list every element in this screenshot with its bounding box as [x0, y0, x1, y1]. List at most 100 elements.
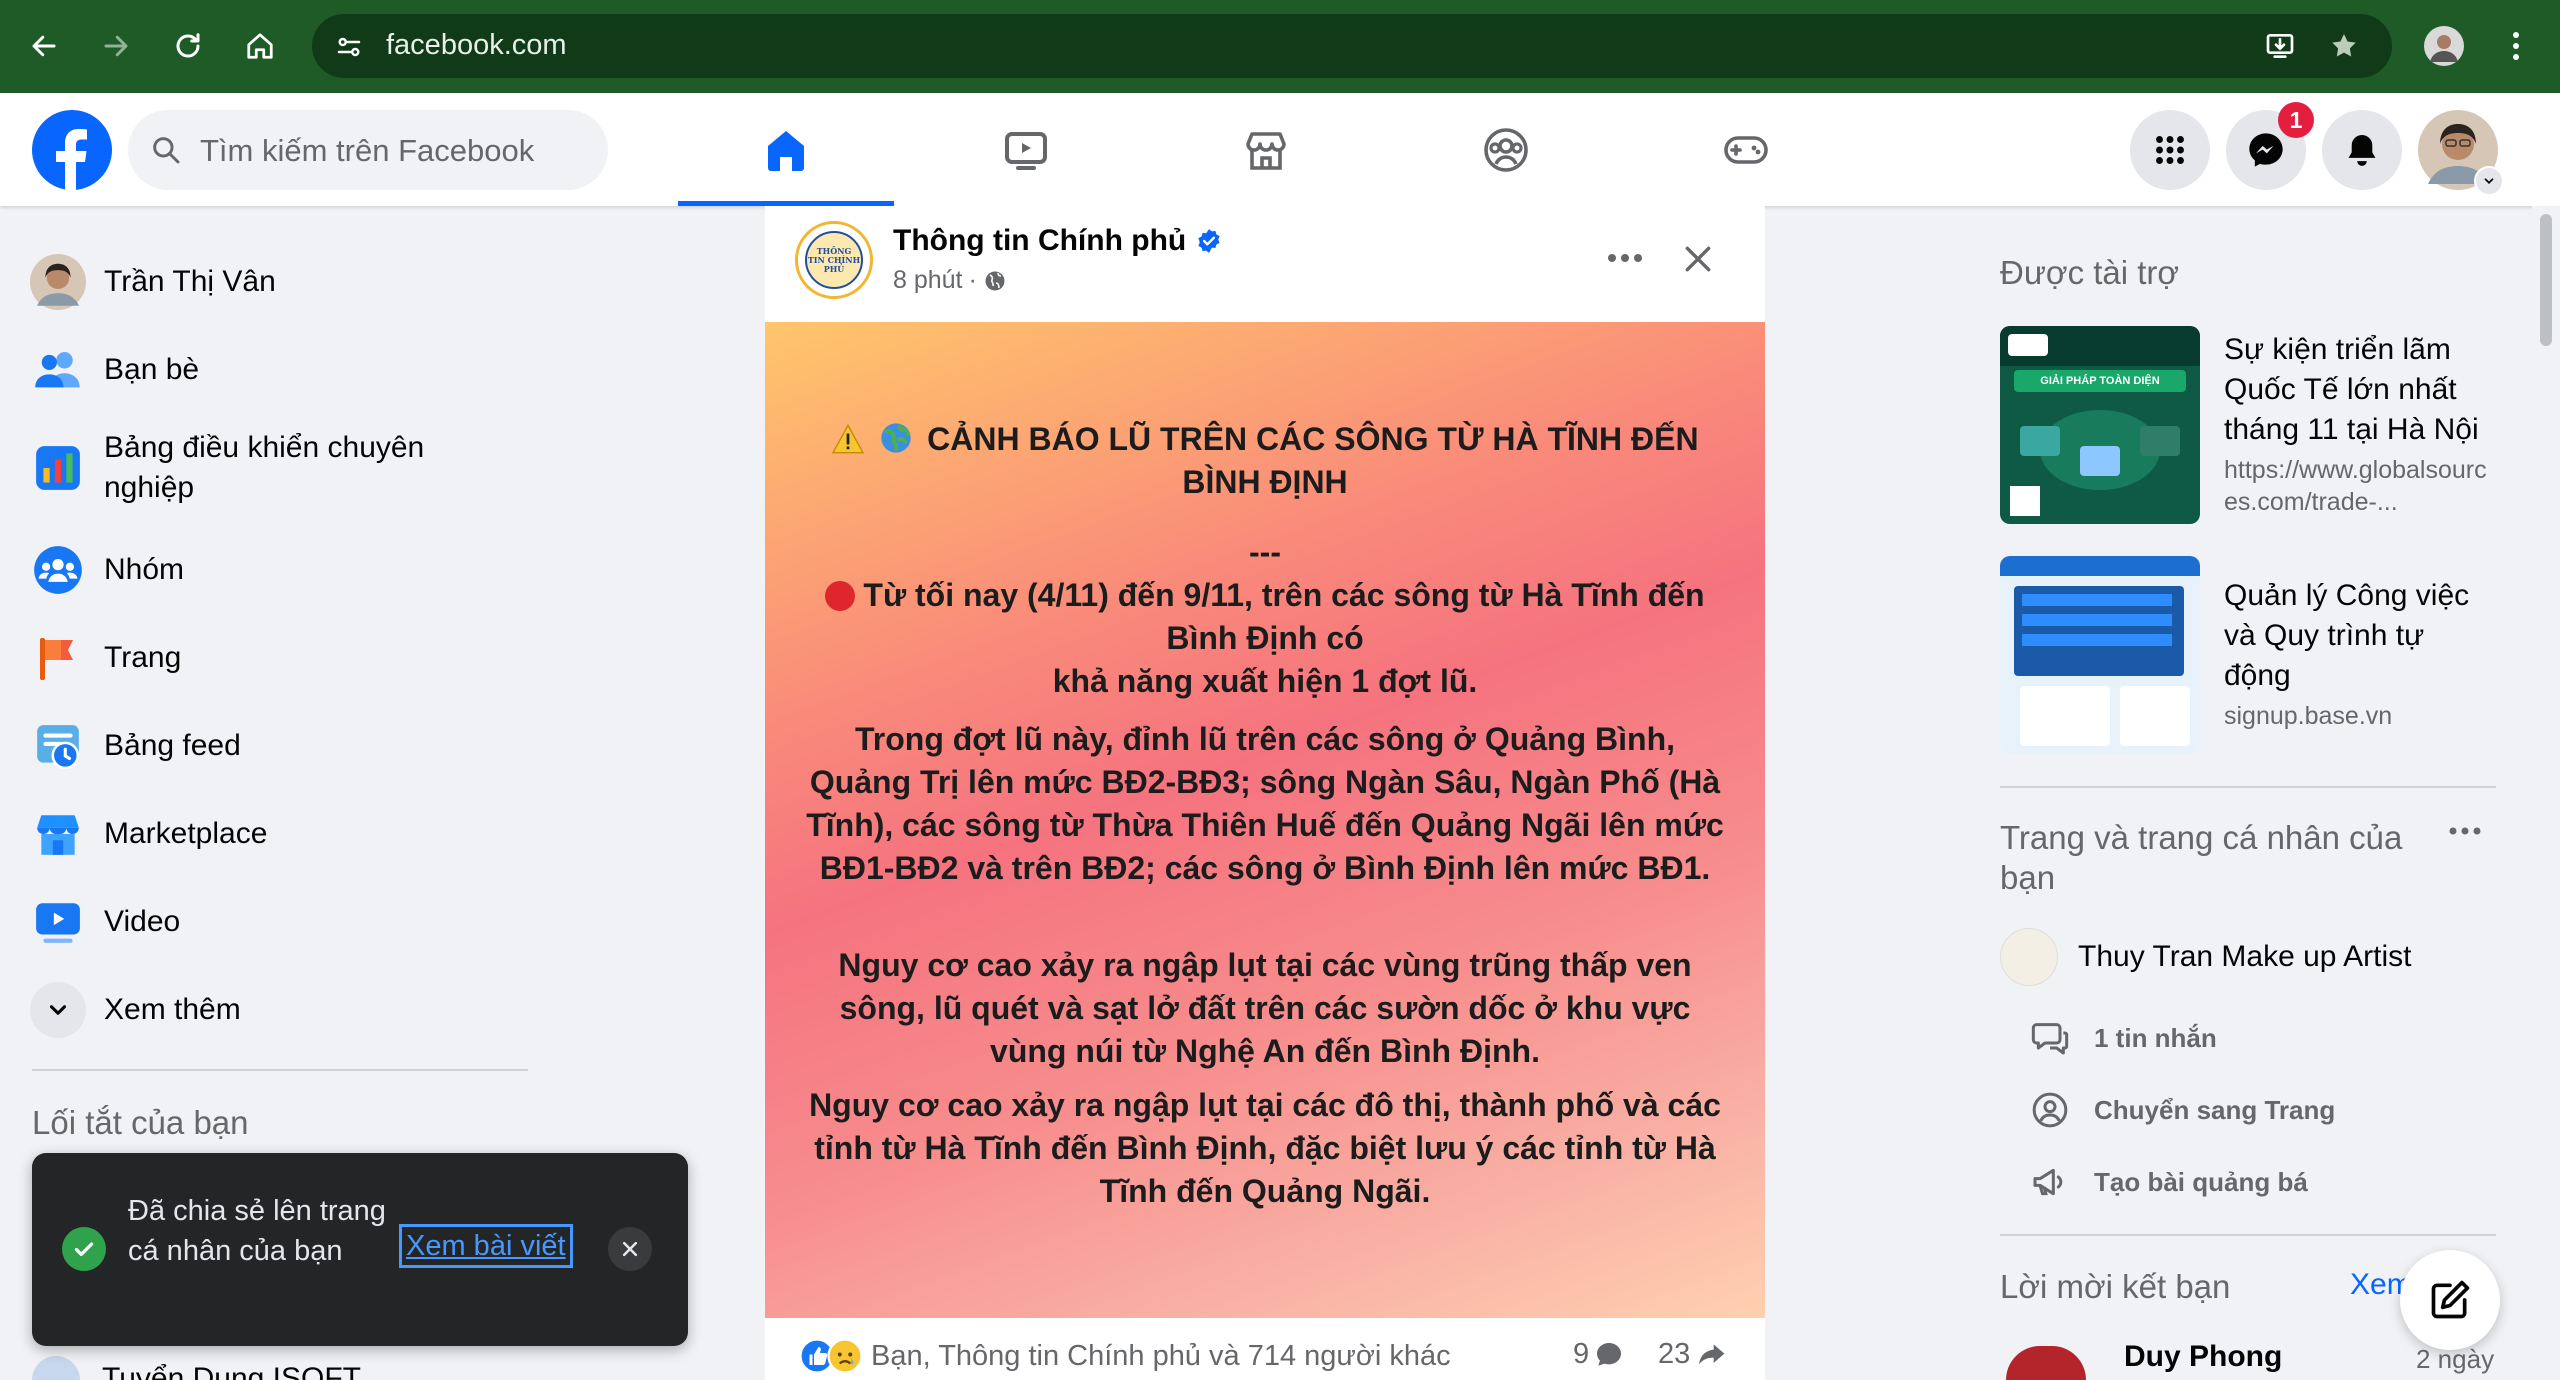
post-time[interactable]: 8 phút	[893, 266, 963, 295]
post-paragraph-1: Từ tối nay (4/11) đến 9/11, trên các sôn…	[805, 574, 1725, 703]
messenger-badge: 1	[2278, 102, 2314, 138]
comment-icon	[1597, 1342, 1622, 1366]
bookmark-star-icon[interactable]	[2320, 22, 2368, 70]
browser-menu-icon[interactable]	[2492, 22, 2540, 70]
sidebar-item-groups[interactable]: Nhóm	[30, 542, 530, 598]
toast-message: Đã chia sẻ lên trang cá nhân của bạn	[128, 1195, 386, 1267]
close-icon[interactable]	[608, 1227, 652, 1271]
page-action-promote[interactable]: Tạo bài quảng bá	[2030, 1162, 2308, 1202]
search-box[interactable]	[128, 110, 608, 192]
shares-number: 23	[1658, 1338, 1691, 1370]
red-circle-icon	[825, 581, 856, 611]
sidebar-item-video[interactable]: Video	[30, 894, 530, 950]
sidebar-item-professional-dashboard[interactable]: Bảng điều khiển chuyên nghiệp	[30, 428, 480, 508]
sidebar-item-see-more[interactable]: Xem thêm	[30, 982, 530, 1038]
tab-video[interactable]	[918, 93, 1134, 206]
page-item[interactable]: Thuy Tran Make up Artist	[2000, 928, 2411, 986]
share-toast: Đã chia sẻ lên trang cá nhân của bạn Xem…	[32, 1153, 688, 1346]
tab-marketplace[interactable]	[1158, 93, 1374, 206]
new-message-button[interactable]	[2400, 1250, 2500, 1350]
tab-gaming[interactable]	[1638, 93, 1854, 206]
scrollbar-thumb[interactable]	[2540, 214, 2552, 346]
dashboard-icon	[30, 440, 86, 496]
author-name: Thông tin Chính phủ	[893, 224, 1187, 257]
profile-avatar[interactable]	[2420, 22, 2468, 70]
shares-count[interactable]: 23	[1658, 1338, 1728, 1371]
sidebar-item-label: Bảng feed	[104, 729, 241, 762]
post-separator: ---	[1249, 534, 1281, 570]
avatar	[30, 254, 86, 310]
reactions-text: Bạn, Thông tin Chính phủ và 714 người kh…	[871, 1339, 1451, 1372]
video-icon	[1005, 131, 1047, 170]
comments-count[interactable]: 9	[1573, 1338, 1625, 1371]
ad-thumbnail-1[interactable]: GIẢI PHÁP TOÀN DIỆN	[2000, 326, 2200, 524]
page-action-messages[interactable]: 1 tin nhắn	[2030, 1018, 2217, 1058]
home-icon[interactable]	[236, 22, 284, 70]
ad-thumbnail-2[interactable]	[2000, 556, 2200, 754]
sidebar-item-label: Xem thêm	[104, 993, 241, 1026]
reload-icon[interactable]	[164, 22, 212, 70]
facebook-logo[interactable]	[32, 110, 112, 190]
see-more-button	[30, 982, 86, 1038]
notifications-button[interactable]	[2322, 110, 2402, 190]
friends-icon	[30, 342, 86, 398]
action-label: Tạo bài quảng bá	[2094, 1166, 2308, 1197]
ad-1-url[interactable]: https://www.globalsources.com/trade-...	[2224, 454, 2494, 518]
comments-number: 9	[1573, 1338, 1590, 1370]
address-bar[interactable]: facebook.com	[312, 14, 2392, 78]
right-divider	[2000, 786, 2496, 788]
sidebar-item-profile[interactable]: Trần Thị Vân	[30, 254, 530, 310]
chat-icon	[2031, 1023, 2069, 1055]
forward-icon[interactable]	[92, 22, 140, 70]
sidebar-item-label: Marketplace	[104, 817, 268, 850]
sidebar-item-friends[interactable]: Bạn bè	[30, 342, 530, 398]
groups-icon	[1484, 127, 1528, 172]
install-app-icon[interactable]	[2256, 22, 2304, 70]
sidebar-item-label: Bạn bè	[104, 353, 200, 386]
sidebar-item-pages[interactable]: Trang	[30, 630, 530, 686]
page-action-switch[interactable]: Chuyển sang Trang	[2030, 1090, 2335, 1130]
headline-text: CẢNH BÁO LŨ TRÊN CÁC SÔNG TỪ HÀ TĨNH ĐẾN…	[927, 421, 1699, 500]
sidebar-item-label: Nhóm	[104, 553, 185, 586]
marketplace-icon	[30, 806, 86, 862]
verified-badge-icon	[1198, 229, 1220, 253]
sidebar-item-marketplace[interactable]: Marketplace	[30, 806, 530, 862]
sidebar-item-shortcut[interactable]: Tuyển Dụng ISOFT	[32, 1356, 432, 1380]
search-input[interactable]	[198, 110, 592, 192]
home-icon	[768, 130, 804, 171]
page-avatar	[2000, 928, 2058, 986]
browser-toolbar: facebook.com	[0, 0, 2560, 93]
messenger-button[interactable]: 1	[2226, 102, 2314, 190]
view-post-link[interactable]: Xem bài viết	[399, 1224, 573, 1268]
page-logo[interactable]: THÔNG TIN CHÍNH PHỦ	[795, 221, 873, 299]
tab-home[interactable]	[678, 93, 894, 206]
reactions-summary[interactable]: Bạn, Thông tin Chính phủ và 714 người kh…	[799, 1338, 1451, 1374]
megaphone-icon	[2033, 1168, 2063, 1196]
bell-icon	[2348, 134, 2376, 166]
action-label: Chuyển sang Trang	[2094, 1094, 2336, 1125]
site-settings-icon[interactable]	[334, 32, 364, 62]
chevron-down-icon[interactable]	[2474, 166, 2504, 196]
gaming-icon	[1724, 135, 1768, 164]
close-icon[interactable]	[1673, 234, 1723, 284]
post-content-background: CẢNH BÁO LŨ TRÊN CÁC SÔNG TỪ HÀ TĨNH ĐẾN…	[765, 322, 1765, 1318]
tab-groups[interactable]	[1398, 93, 1614, 206]
right-divider	[2000, 1234, 2496, 1236]
ad-1-title[interactable]: Sự kiện triển lãm Quốc Tế lớn nhất tháng…	[2224, 330, 2494, 450]
request-avatar[interactable]	[2006, 1346, 2086, 1380]
more-options-icon[interactable]	[1595, 236, 1655, 280]
ad-2-url[interactable]: signup.base.vn	[2224, 700, 2494, 732]
pages-more-icon[interactable]	[2448, 826, 2504, 850]
sidebar-item-feeds[interactable]: Bảng feed	[30, 718, 530, 774]
post-paragraph-3: Nguy cơ cao xảy ra ngập lụt tại các vùng…	[838, 947, 1692, 1069]
scrollbar[interactable]	[2532, 206, 2560, 1380]
ad-2-title[interactable]: Quản lý Công việc và Quy trình tự động	[2224, 576, 2494, 696]
account-avatar[interactable]	[2418, 110, 2504, 196]
request-name[interactable]: Duy Phong	[2124, 1340, 2282, 1374]
sidebar-item-label: Trang	[104, 641, 182, 674]
url-text: facebook.com	[386, 29, 567, 61]
paragraph-text: khả năng xuất hiện 1 đợt lũ.	[1052, 663, 1478, 699]
post-author[interactable]: Thông tin Chính phủ	[893, 224, 1222, 258]
back-icon[interactable]	[20, 22, 68, 70]
menu-button[interactable]	[2130, 110, 2210, 190]
